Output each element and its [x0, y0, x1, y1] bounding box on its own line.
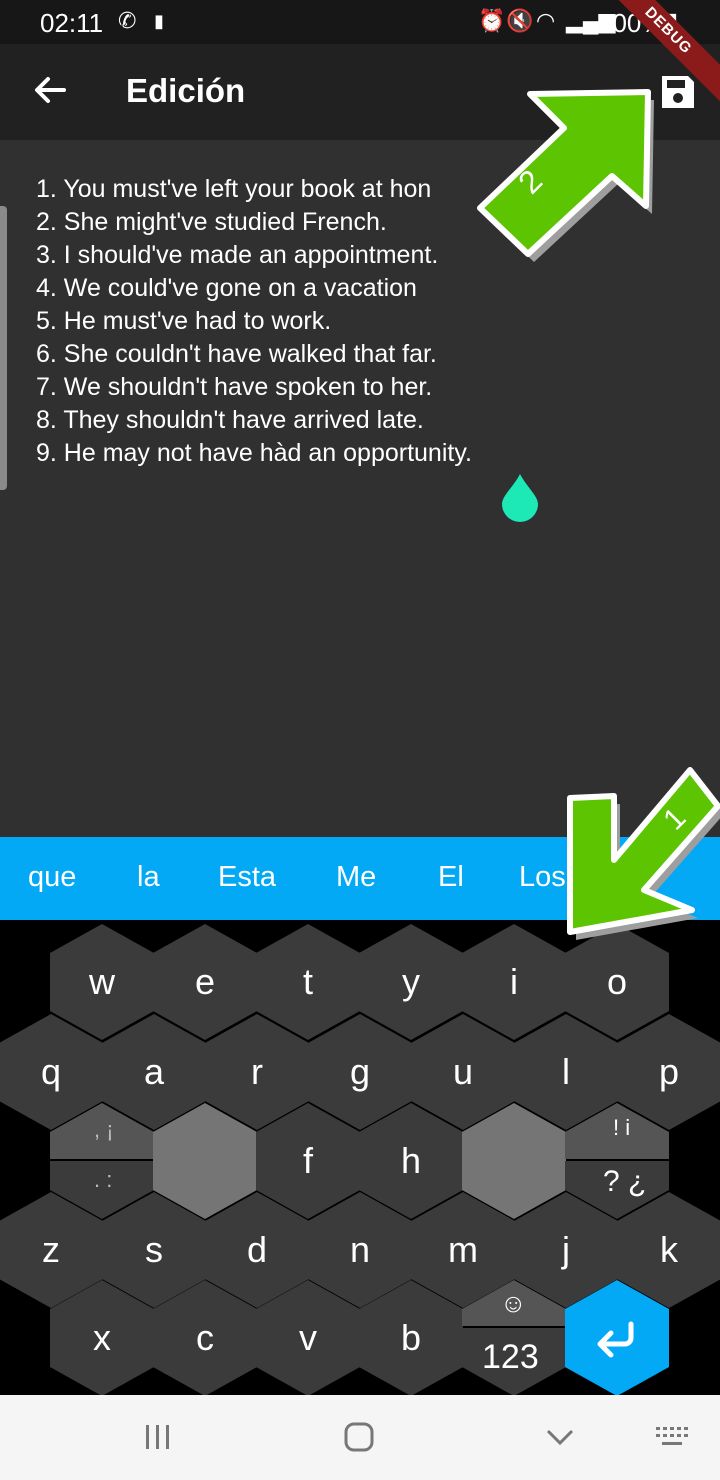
text-line: 5. He must've had to work. — [36, 307, 332, 335]
chevron-down-icon[interactable] — [540, 1421, 580, 1453]
exclamation-label: ! i — [613, 1115, 631, 1140]
text-line: 9. He may not have hàd an opportunity. — [36, 439, 472, 467]
home-icon[interactable] — [338, 1421, 378, 1453]
recents-icon[interactable] — [138, 1421, 178, 1453]
enter-icon — [597, 1321, 634, 1358]
wifi-icon: ◠ — [536, 8, 556, 33]
hex-keyboard: w e t y i o q a r g u l p , ¡ . : f h ! … — [0, 920, 720, 1396]
suggestion-item[interactable]: Me — [336, 861, 376, 894]
smiley-icon[interactable]: ☺ — [500, 1288, 527, 1319]
text-line: 6. She couldn't have walked that far. — [36, 340, 437, 368]
suggestion-item[interactable]: que — [28, 861, 76, 894]
alarm-icon: ⏰ — [478, 8, 506, 33]
comma-label: , ¡ — [94, 1117, 114, 1142]
suggestion-item[interactable]: Esta — [218, 861, 276, 894]
period-label: . : — [94, 1167, 113, 1192]
page-title: Edición — [126, 72, 246, 109]
text-line: 7. We shouldn't have spoken to her. — [36, 373, 433, 401]
system-nav-bar — [0, 1395, 720, 1480]
suggestion-item[interactable]: El — [438, 861, 464, 894]
scroll-handle[interactable] — [0, 206, 7, 490]
back-arrow-icon[interactable] — [30, 70, 70, 110]
numbers-label: 123 — [482, 1338, 539, 1376]
tutorial-arrow-save: 2 — [477, 89, 654, 262]
suggestion-item[interactable]: la — [137, 861, 160, 894]
phone-icon: ✆ — [118, 8, 137, 33]
battery-saver-icon: ▮ — [154, 11, 164, 31]
keyboard-icon[interactable] — [652, 1421, 692, 1453]
text-line: 8. They shouldn't have arrived late. — [36, 406, 424, 434]
question-label: ? ¿ — [603, 1165, 647, 1198]
tutorial-arrow-suggestions: 1 — [567, 767, 720, 940]
cursor-handle[interactable] — [500, 472, 540, 522]
mute-icon: 🔇 — [506, 8, 534, 33]
status-time: 02:11 — [40, 8, 104, 38]
text-line: 4. We could've gone on a vacation — [36, 274, 417, 302]
